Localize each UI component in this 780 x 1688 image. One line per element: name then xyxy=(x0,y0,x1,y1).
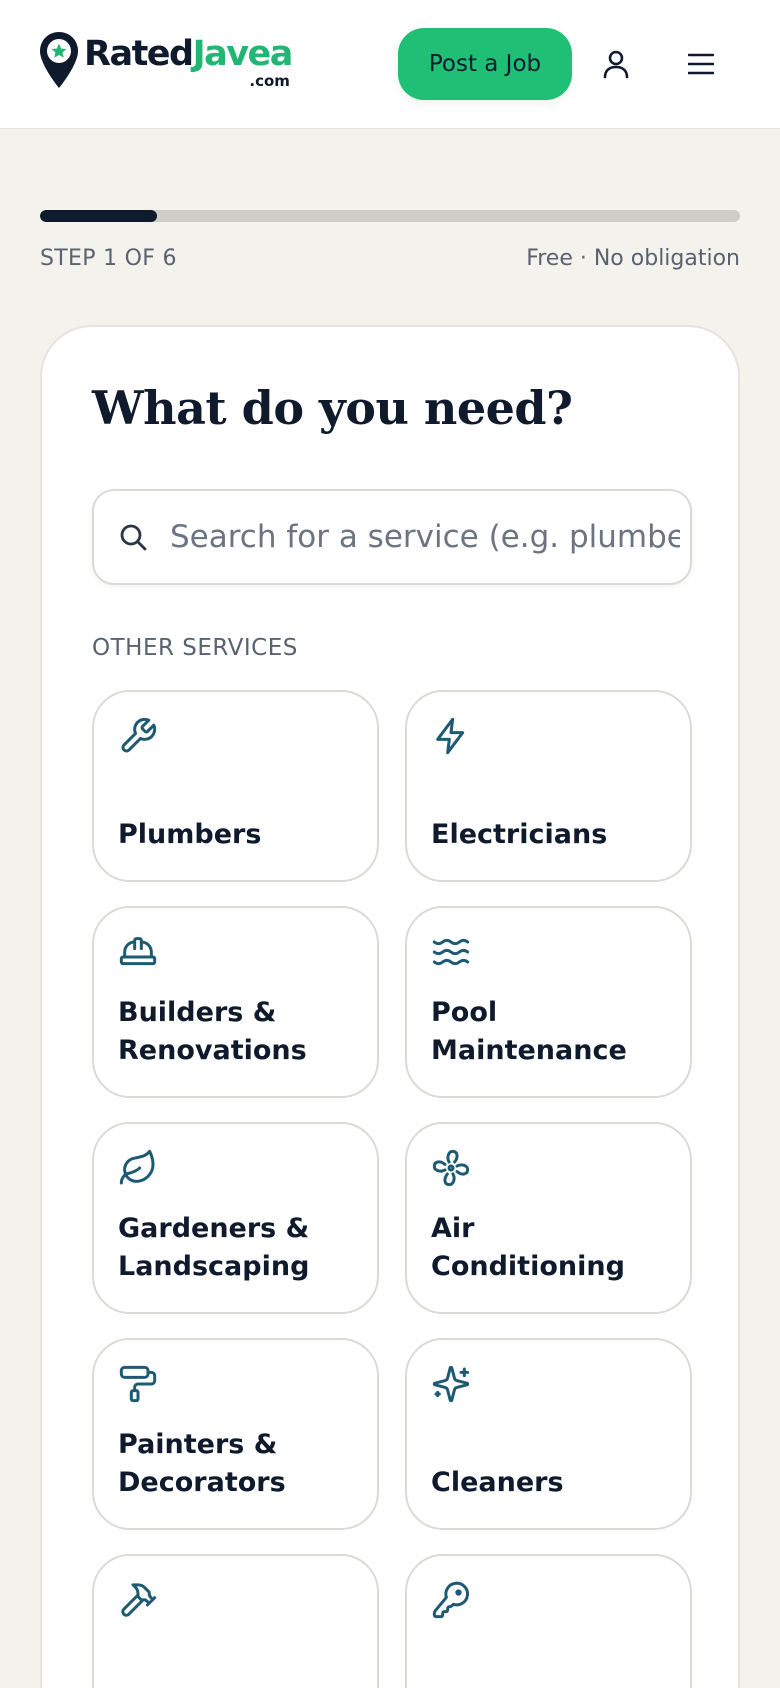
logo-word-rated: Rated xyxy=(84,34,194,74)
key-icon xyxy=(432,1581,469,1619)
menu-icon xyxy=(688,53,714,75)
location-pin-icon xyxy=(40,32,78,88)
search-icon xyxy=(120,524,147,551)
service-card: What do you need? OTHER SERVICES Plumber… xyxy=(40,325,740,1688)
logo-suffix: .com xyxy=(249,72,290,90)
post-job-button[interactable]: Post a Job xyxy=(398,28,572,100)
waves-icon xyxy=(432,938,470,966)
service-label: Cleaners xyxy=(431,1467,564,1498)
service-tile-cleaners[interactable]: Cleaners xyxy=(405,1338,692,1530)
wrench-icon xyxy=(121,717,157,753)
search-box[interactable] xyxy=(92,489,692,585)
service-tile-electricians[interactable]: Electricians xyxy=(405,690,692,882)
lightning-icon xyxy=(436,717,465,755)
service-tile-handyman[interactable] xyxy=(92,1554,379,1688)
service-tile-painters[interactable]: Painters & Decorators xyxy=(92,1338,379,1530)
sparkles-icon xyxy=(432,1365,470,1403)
section-label: OTHER SERVICES xyxy=(92,635,298,661)
service-label: Plumbers xyxy=(118,819,262,850)
service-tile-builders[interactable]: Builders & Renovations xyxy=(92,906,379,1098)
service-label: Pool Maintenance xyxy=(431,997,627,1066)
hammer-icon xyxy=(121,1583,157,1617)
user-icon xyxy=(603,50,629,79)
service-tile-pool[interactable]: Pool Maintenance xyxy=(405,906,692,1098)
progress-bar xyxy=(40,210,740,222)
menu-button[interactable] xyxy=(683,46,719,82)
service-label: Air Conditioning xyxy=(431,1213,625,1282)
free-note: Free · No obligation xyxy=(526,246,740,271)
service-label: Electricians xyxy=(431,819,608,850)
service-tile-air-conditioning[interactable]: Air Conditioning xyxy=(405,1122,692,1314)
site-logo[interactable]: RatedJavea .com xyxy=(38,30,294,90)
paint-roller-icon xyxy=(119,1365,157,1403)
search-input[interactable] xyxy=(170,519,680,555)
service-label: Gardeners & Landscaping xyxy=(118,1213,310,1282)
site-header: RatedJavea .com Post a Job xyxy=(0,0,780,129)
step-label: STEP 1 OF 6 xyxy=(40,246,177,271)
logo-wordmark: RatedJavea .com xyxy=(84,34,294,90)
service-label: Builders & Renovations xyxy=(118,997,307,1066)
progress-fill xyxy=(40,210,157,222)
page-title: What do you need? xyxy=(92,381,573,435)
fan-icon xyxy=(432,1149,470,1187)
service-tile-plumbers[interactable]: Plumbers xyxy=(92,690,379,882)
account-button[interactable] xyxy=(599,44,633,84)
leaf-icon xyxy=(119,1149,155,1185)
service-grid: Plumbers Electricians Builders & Renovat… xyxy=(92,690,692,1688)
service-label: Painters & Decorators xyxy=(118,1429,286,1498)
service-tile-locksmiths[interactable] xyxy=(405,1554,692,1688)
logo-word-brand: Javea xyxy=(192,34,294,74)
service-tile-gardeners[interactable]: Gardeners & Landscaping xyxy=(92,1122,379,1314)
hard-hat-icon xyxy=(119,937,157,966)
